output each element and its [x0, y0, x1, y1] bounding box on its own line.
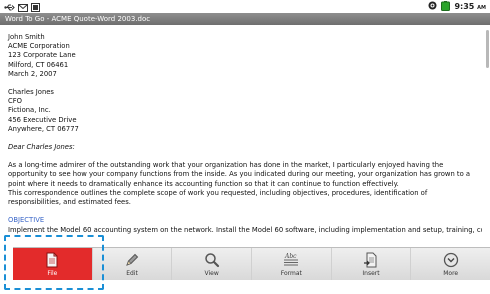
edit-button[interactable]: Edit: [93, 248, 173, 280]
address-line: ACME Corporation: [8, 42, 70, 51]
format-icon: Abc: [282, 251, 300, 269]
clock: 9:35 AM: [454, 2, 486, 11]
insert-button[interactable]: Insert: [332, 248, 412, 280]
more-button[interactable]: More: [411, 248, 490, 280]
battery-icon: [441, 0, 451, 13]
view-label: View: [204, 270, 219, 277]
format-label: Format: [280, 270, 302, 277]
file-button[interactable]: File: [13, 248, 93, 280]
more-icon: [443, 251, 459, 269]
body-paragraph: As a long-time admirer of the outstandin…: [8, 161, 482, 207]
view-button[interactable]: View: [172, 248, 253, 280]
address-line: 123 Corporate Lane: [8, 51, 76, 60]
objective-heading: OBJECTIVE: [8, 216, 45, 225]
date-line: March 2, 2007: [8, 69, 57, 78]
insert-icon: [363, 251, 379, 269]
scrollbar[interactable]: [486, 30, 489, 68]
body-text-2: This correspondence outlines the complet…: [8, 188, 428, 207]
more-label: More: [443, 270, 459, 277]
address-line: CFO: [8, 97, 23, 106]
insert-label: Insert: [362, 270, 380, 277]
document-body[interactable]: John Smith ACME Corporation 123 Corporat…: [0, 25, 490, 247]
address-line: Anywhere, CT 06777: [8, 124, 79, 133]
svg-text:Abc: Abc: [284, 253, 297, 260]
sender-address: John Smith ACME Corporation 123 Corporat…: [8, 33, 482, 79]
address-line: 456 Executive Drive: [8, 115, 77, 124]
bottom-toolbar: File Edit View Abc Format Insert More: [13, 247, 490, 280]
file-label: File: [47, 270, 58, 277]
edit-label: Edit: [126, 270, 138, 277]
window-title: Word To Go - ACME Quote-Word 2003.doc: [0, 13, 490, 25]
objective-text: Implement the Model 60 accounting system…: [8, 226, 482, 235]
format-button[interactable]: Abc Format: [252, 248, 332, 280]
salutation: Dear Charles Jones:: [8, 143, 75, 152]
address-line: Milford, CT 06461: [8, 60, 69, 69]
status-icons-right: 9:35 AM: [428, 0, 486, 13]
address-line: Charles Jones: [8, 88, 54, 97]
body-text: As a long-time admirer of the outstandin…: [8, 161, 471, 188]
recipient-address: Charles Jones CFO Fictiona, Inc. 456 Exe…: [8, 88, 482, 134]
status-bar: 9:35 AM: [0, 0, 490, 13]
magnifier-icon: [204, 251, 220, 269]
file-icon: [45, 251, 59, 269]
pencil-icon: [124, 251, 140, 269]
target-icon: [428, 1, 437, 12]
address-line: Fictiona, Inc.: [8, 106, 51, 115]
address-line: John Smith: [8, 33, 45, 41]
